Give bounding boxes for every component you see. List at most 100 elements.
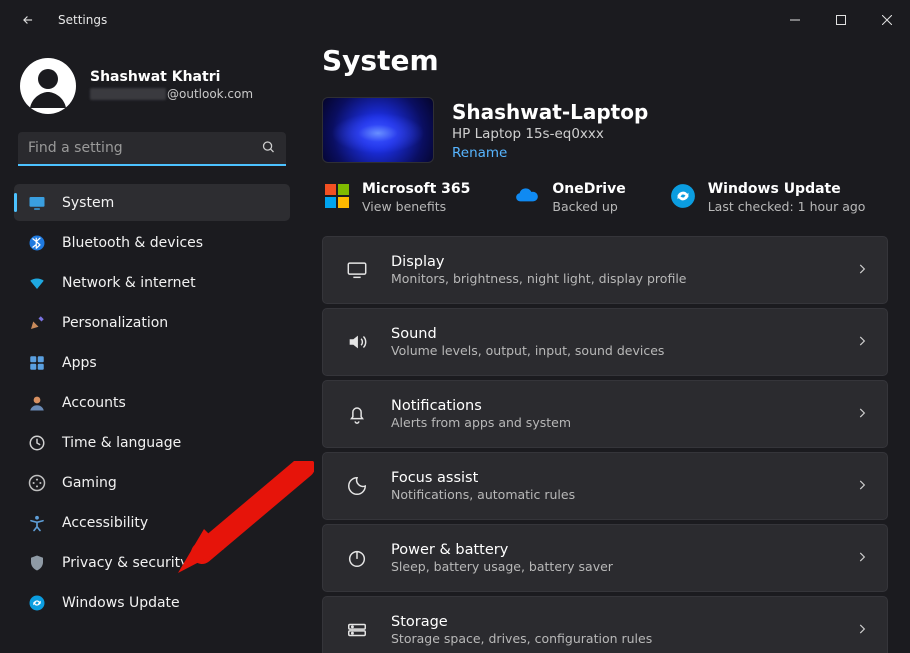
titlebar: Settings (0, 0, 910, 40)
nav-list: System Bluetooth & devices Network & inter… (14, 184, 290, 621)
card-display[interactable]: DisplayMonitors, brightness, night light… (322, 236, 888, 304)
services-row: Microsoft 365View benefits OneDriveBacke… (322, 181, 888, 214)
window-controls (772, 4, 910, 36)
card-text: DisplayMonitors, brightness, night light… (391, 254, 686, 286)
sidebar-item-label: System (62, 195, 114, 211)
page-title: System (322, 44, 888, 77)
card-title: Notifications (391, 398, 571, 414)
card-text: StorageStorage space, drives, configurat… (391, 614, 652, 646)
close-button[interactable] (864, 4, 910, 36)
sidebar-item-label: Gaming (62, 475, 117, 491)
service-microsoft365[interactable]: Microsoft 365View benefits (324, 181, 470, 214)
search-box[interactable] (18, 132, 286, 166)
card-subtitle: Sleep, battery usage, battery saver (391, 559, 613, 574)
focus-icon (345, 474, 369, 498)
sidebar-item-network[interactable]: Network & internet (14, 264, 290, 301)
notifications-icon (345, 402, 369, 426)
onedrive-icon (514, 183, 540, 209)
device-model: HP Laptop 15s-eq0xxx (452, 126, 648, 142)
sidebar-item-label: Accounts (62, 395, 126, 411)
service-onedrive[interactable]: OneDriveBacked up (514, 181, 625, 214)
windows-update-icon (670, 183, 696, 209)
microsoft365-icon (324, 183, 350, 209)
card-text: Focus assistNotifications, automatic rul… (391, 470, 575, 502)
chevron-right-icon (855, 621, 869, 640)
sidebar-item-personalization[interactable]: Personalization (14, 304, 290, 341)
minimize-button[interactable] (772, 4, 818, 36)
sidebar-item-label: Windows Update (62, 595, 180, 611)
search-input[interactable] (18, 132, 286, 166)
device-thumbnail (322, 97, 434, 163)
sidebar-item-label: Bluetooth & devices (62, 235, 203, 251)
card-text: NotificationsAlerts from apps and system (391, 398, 571, 430)
card-subtitle: Storage space, drives, configuration rul… (391, 631, 652, 646)
chevron-right-icon (855, 333, 869, 352)
system-icon (28, 194, 46, 212)
card-text: SoundVolume levels, output, input, sound… (391, 326, 664, 358)
power-icon (345, 546, 369, 570)
network-icon (28, 274, 46, 292)
account-text: Shashwat Khatri @outlook.com (90, 69, 253, 103)
card-subtitle: Volume levels, output, input, sound devi… (391, 343, 664, 358)
account-email: @outlook.com (90, 85, 253, 103)
device-info: Shashwat-Laptop HP Laptop 15s-eq0xxx Ren… (452, 100, 648, 161)
card-notifications[interactable]: NotificationsAlerts from apps and system (322, 380, 888, 448)
sidebar-item-update[interactable]: Windows Update (14, 584, 290, 621)
settings-window: Settings Shashwat Khatri @outlook.com (0, 0, 910, 653)
account-block[interactable]: Shashwat Khatri @outlook.com (14, 44, 290, 130)
gaming-icon (28, 474, 46, 492)
search-icon (261, 140, 276, 159)
sidebar-item-system[interactable]: System (14, 184, 290, 221)
chevron-right-icon (855, 261, 869, 280)
accounts-icon (28, 394, 46, 412)
settings-card-list: DisplayMonitors, brightness, night light… (322, 236, 888, 653)
window-title: Settings (58, 13, 107, 27)
rename-link[interactable]: Rename (452, 145, 507, 161)
storage-icon (345, 618, 369, 642)
device-name: Shashwat-Laptop (452, 100, 648, 124)
card-title: Sound (391, 326, 664, 342)
sidebar-item-label: Network & internet (62, 275, 196, 291)
account-name: Shashwat Khatri (90, 69, 253, 85)
service-windows-update[interactable]: Windows UpdateLast checked: 1 hour ago (670, 181, 866, 214)
card-title: Focus assist (391, 470, 575, 486)
device-header: Shashwat-Laptop HP Laptop 15s-eq0xxx Ren… (322, 97, 888, 163)
sidebar-item-accessibility[interactable]: Accessibility (14, 504, 290, 541)
chevron-right-icon (855, 549, 869, 568)
card-title: Storage (391, 614, 652, 630)
display-icon (345, 258, 369, 282)
sidebar-item-label: Privacy & security (62, 555, 188, 571)
sound-icon (345, 330, 369, 354)
sidebar: Shashwat Khatri @outlook.com System Bluet… (0, 40, 300, 653)
maximize-button[interactable] (818, 4, 864, 36)
sidebar-item-gaming[interactable]: Gaming (14, 464, 290, 501)
card-subtitle: Monitors, brightness, night light, displ… (391, 271, 686, 286)
time-icon (28, 434, 46, 452)
sidebar-item-label: Personalization (62, 315, 168, 331)
accessibility-icon (28, 514, 46, 532)
sidebar-item-apps[interactable]: Apps (14, 344, 290, 381)
card-power[interactable]: Power & batterySleep, battery usage, bat… (322, 524, 888, 592)
card-focus[interactable]: Focus assistNotifications, automatic rul… (322, 452, 888, 520)
privacy-icon (28, 554, 46, 572)
bluetooth-icon (28, 234, 46, 252)
sidebar-item-time[interactable]: Time & language (14, 424, 290, 461)
card-subtitle: Notifications, automatic rules (391, 487, 575, 502)
card-sound[interactable]: SoundVolume levels, output, input, sound… (322, 308, 888, 376)
card-subtitle: Alerts from apps and system (391, 415, 571, 430)
avatar (20, 58, 76, 114)
back-button[interactable] (14, 6, 42, 34)
main-content: System Shashwat-Laptop HP Laptop 15s-eq0… (300, 40, 910, 653)
sidebar-item-bluetooth[interactable]: Bluetooth & devices (14, 224, 290, 261)
sidebar-item-label: Time & language (62, 435, 181, 451)
chevron-right-icon (855, 477, 869, 496)
update-icon (28, 594, 46, 612)
chevron-right-icon (855, 405, 869, 424)
sidebar-item-privacy[interactable]: Privacy & security (14, 544, 290, 581)
card-title: Power & battery (391, 542, 613, 558)
sidebar-item-label: Apps (62, 355, 97, 371)
sidebar-item-accounts[interactable]: Accounts (14, 384, 290, 421)
card-title: Display (391, 254, 686, 270)
card-storage[interactable]: StorageStorage space, drives, configurat… (322, 596, 888, 653)
personalization-icon (28, 314, 46, 332)
